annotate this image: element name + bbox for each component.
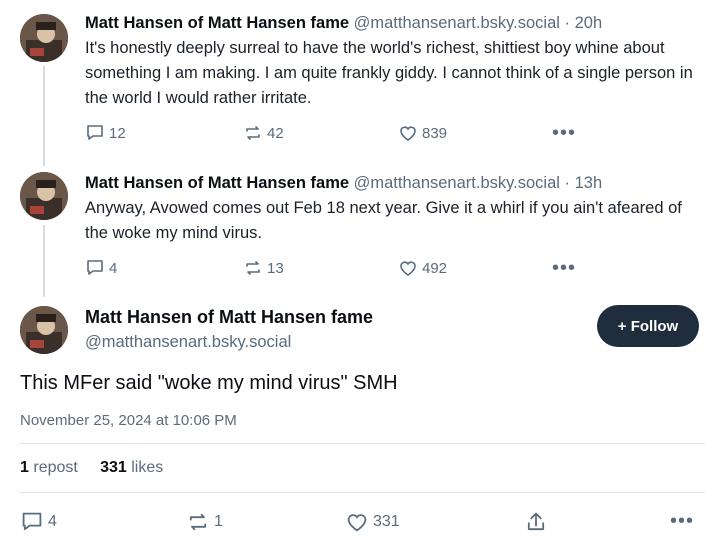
like-stat[interactable]: 331 likes [100,459,163,476]
author-handle[interactable]: @matthansenart.bsky.social [354,174,560,192]
like-count: 331 [373,513,400,530]
like-stat-count: 331 [100,459,127,476]
reply-count: 12 [109,124,126,142]
repost-button[interactable]: 1 [186,510,223,534]
repost-button[interactable]: 42 [243,123,284,143]
heart-icon [347,514,367,532]
divider [20,443,705,444]
thread-line [43,225,45,297]
more-dots-icon[interactable]: ••• [552,257,576,280]
repost-count: 13 [267,259,284,277]
speech-bubble-icon [87,125,103,140]
repost-stat-count: 1 [20,459,29,476]
speech-bubble-icon [22,512,42,531]
post-text: Anyway, Avowed comes out Feb 18 next yea… [85,199,682,242]
repost-arrows-icon [189,513,207,531]
post-time[interactable]: 20h [575,14,603,32]
like-button[interactable]: 492 [398,258,447,278]
like-button[interactable]: 839 [398,123,447,143]
separator: · [564,14,571,32]
reply-count: 4 [48,513,57,530]
avatar[interactable] [20,14,68,62]
repost-arrows-icon [246,261,260,275]
like-count: 492 [422,259,448,277]
post-time[interactable]: 13h [575,174,603,192]
separator: · [564,174,571,192]
reply-button[interactable]: 4 [85,258,117,278]
thread-line [43,66,45,166]
repost-stat-label: repost [33,459,78,476]
post-text: This MFer said "woke my mind virus" SMH [20,372,398,394]
post-date[interactable]: November 25, 2024 at 10:06 PM [20,412,237,429]
post-text: It's honestly deeply surreal to have the… [85,39,693,107]
speech-bubble-icon [87,260,103,275]
avatar[interactable] [20,172,68,220]
repost-stat[interactable]: 1 repost [20,459,78,476]
repost-button[interactable]: 13 [243,258,284,278]
heart-icon [400,261,416,276]
like-stat-label: likes [131,459,164,476]
reply-button[interactable]: 12 [85,123,126,143]
reply-button[interactable]: 4 [20,510,57,534]
post-header: Matt Hansen of Matt Hansen fame @matthan… [85,12,705,34]
author-handle[interactable]: @matthansenart.bsky.social [354,14,560,32]
divider [20,492,705,493]
reply-count: 4 [109,259,118,277]
share-button[interactable] [524,510,548,534]
more-dots-icon[interactable]: ••• [552,122,576,145]
repost-count: 42 [267,124,284,142]
more-dots-icon[interactable]: ••• [670,510,694,533]
author-handle[interactable]: @matthansenart.bsky.social [85,333,291,352]
author-name[interactable]: Matt Hansen of Matt Hansen fame [85,307,373,328]
post[interactable]: Matt Hansen of Matt Hansen fame @matthan… [85,12,705,111]
author-name[interactable]: Matt Hansen of Matt Hansen fame [85,174,349,192]
engagement-stats: 1 repost 331 likes [20,459,163,477]
share-icon [527,512,545,531]
heart-icon [400,126,416,141]
follow-button[interactable]: + Follow [597,305,699,347]
like-count: 839 [422,124,448,142]
post[interactable]: Matt Hansen of Matt Hansen fame @matthan… [85,172,705,246]
like-button[interactable]: 331 [345,510,400,534]
avatar[interactable] [20,306,68,354]
author-name[interactable]: Matt Hansen of Matt Hansen fame [85,14,349,32]
post-header: Matt Hansen of Matt Hansen fame @matthan… [85,172,705,194]
repost-count: 1 [214,513,223,530]
repost-arrows-icon [246,126,260,140]
